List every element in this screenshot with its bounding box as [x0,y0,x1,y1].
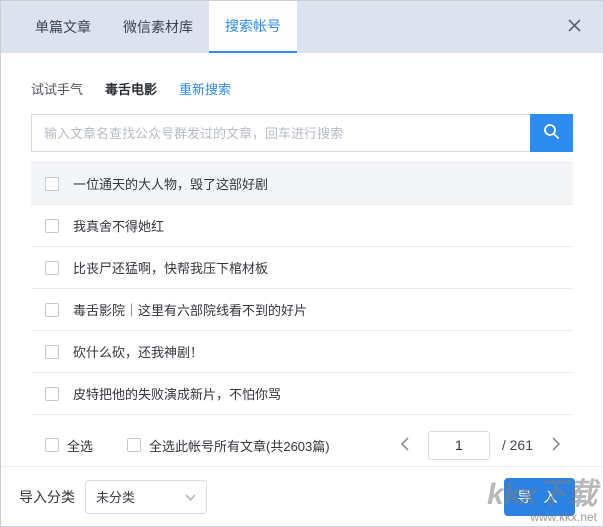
import-footer: 导入分类 未分类 导 入 [1,467,603,526]
search-row [31,114,573,152]
import-button[interactable]: 导 入 [504,477,575,516]
page-total: / 261 [501,437,533,453]
article-checkbox[interactable] [45,218,59,233]
try-luck-link[interactable]: 试试手气 [31,79,83,98]
dialog-content: 试试手气 毒舌电影 重新搜索 一位通天的大人物，毁了这部好剧 [1,53,603,526]
article-title: 砍什么砍，还我神剧！ [73,345,204,360]
article-row[interactable]: 皮特把他的失败演成新片，不怕你骂 [31,373,573,415]
article-title: 比丧尸还猛啊，快帮我压下棺材板 [73,261,269,276]
next-page-button[interactable] [545,432,567,458]
article-row[interactable]: 一位通天的大人物，毁了这部好剧 [31,163,573,205]
article-row[interactable]: 比丧尸还猛啊，快帮我压下棺材板 [31,247,573,289]
chevron-left-icon [400,436,409,454]
category-label: 导入分类 [19,488,75,505]
search-input[interactable] [31,114,530,152]
select-all-checkbox[interactable] [45,438,59,452]
select-all-label: 全选 [67,438,94,454]
category-value: 未分类 [96,490,136,505]
article-title: 一位通天的大人物，毁了这部好剧 [73,177,269,192]
article-checkbox[interactable] [45,386,59,401]
article-row[interactable]: 毒舌影院｜这里有六部院线看不到的好片 [31,289,573,331]
article-checkbox[interactable] [45,302,59,317]
chevron-down-icon [185,489,196,504]
research-link[interactable]: 重新搜索 [179,79,231,98]
search-button[interactable] [530,114,573,152]
select-all-group[interactable]: 全选 [45,436,93,455]
article-checkbox[interactable] [45,344,59,359]
account-name: 毒舌电影 [105,82,158,97]
article-title: 皮特把他的失败演成新片，不怕你骂 [73,387,282,402]
article-row[interactable]: 砍什么砍，还我神剧！ [31,331,573,373]
article-title: 我真舍不得她红 [73,219,165,234]
page-input[interactable] [427,430,490,460]
tab-search-account[interactable]: 搜索帐号 [209,1,297,53]
selection-bar: 全选 全选此帐号所有文章(共2603篇) / 261 [1,424,603,467]
article-list: 一位通天的大人物，毁了这部好剧 我真舍不得她红 比丧尸还猛啊，快帮我压下棺材板 … [31,162,573,424]
tab-single-article[interactable]: 单篇文章 [19,1,107,53]
pagination: / 261 [394,430,567,460]
article-row[interactable]: 我真舍不得她红 [31,205,573,247]
import-article-dialog: 单篇文章 微信素材库 搜索帐号 试试手气 毒舌电影 重新搜索 输入文章名查找公众… [0,0,604,527]
select-account-checkbox[interactable] [127,438,142,452]
chevron-right-icon [551,436,561,454]
article-checkbox[interactable] [45,260,59,275]
search-icon [543,123,560,143]
article-row[interactable] [31,415,573,424]
prev-page-button[interactable] [394,432,416,458]
category-select[interactable]: 未分类 [85,479,207,514]
tab-bar: 单篇文章 微信素材库 搜索帐号 [1,1,603,53]
select-account-group[interactable]: 全选此帐号所有文章(共2603篇) [127,436,330,455]
close-button[interactable] [559,1,589,53]
article-title: 毒舌影院｜这里有六部院线看不到的好片 [73,303,308,318]
tab-wechat-library[interactable]: 微信素材库 [107,1,209,53]
select-account-label: 全选此帐号所有文章(共2603篇) [149,438,330,454]
article-checkbox[interactable] [45,176,59,191]
close-icon [567,19,581,35]
account-subbar: 试试手气 毒舌电影 重新搜索 [1,53,603,114]
